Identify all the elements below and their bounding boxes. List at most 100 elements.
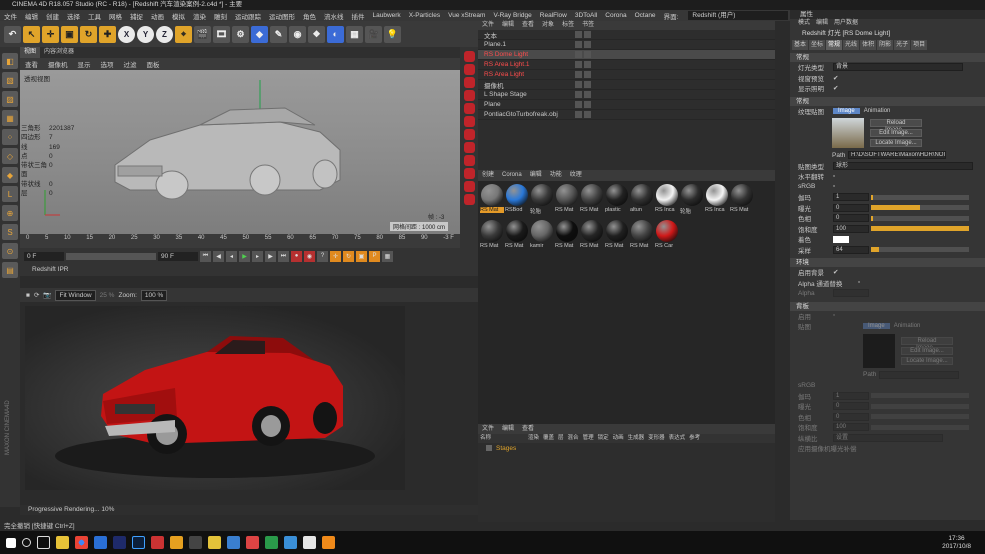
attr-tab[interactable]: 光子: [894, 40, 911, 50]
material-swatch[interactable]: kamir: [530, 220, 554, 254]
visibility-toggle-icon[interactable]: [575, 71, 582, 78]
object-row[interactable]: Plane.1: [478, 40, 775, 50]
deformer-icon[interactable]: ◐: [327, 25, 344, 43]
show-light-check[interactable]: ✔: [833, 84, 838, 92]
solo-icon[interactable]: ⊙: [2, 243, 18, 259]
coord-system-icon[interactable]: ⌖: [175, 25, 192, 43]
param-slider[interactable]: [871, 215, 969, 221]
start-frame-field[interactable]: 0 F: [24, 251, 64, 261]
scene-icon[interactable]: ▦: [346, 25, 363, 43]
menu-item[interactable]: Laubwerk: [369, 12, 405, 19]
start-icon[interactable]: [6, 537, 16, 548]
material-swatch[interactable]: RS Car: [655, 220, 679, 254]
app-icon[interactable]: [189, 536, 202, 549]
section-general[interactable]: 常规: [790, 96, 985, 106]
sculpt-icon[interactable]: S: [2, 224, 18, 240]
render-view-icon[interactable]: 🎬: [194, 25, 211, 43]
attr-menu-item[interactable]: 用户数据: [834, 19, 864, 28]
prev-key-icon[interactable]: ◀: [213, 250, 224, 262]
menu-item[interactable]: RealFlow: [536, 12, 571, 19]
go-to-start-icon[interactable]: ⏮: [200, 250, 211, 262]
material-swatch[interactable]: RS Mat: [580, 184, 604, 218]
attr-tab[interactable]: 基本: [792, 40, 809, 50]
zoom-percent-field[interactable]: 25 %: [100, 292, 115, 299]
texture-mode-icon[interactable]: ▨: [2, 91, 18, 107]
material-swatch[interactable]: 轮胎: [680, 184, 704, 218]
samples-slider[interactable]: [871, 247, 969, 253]
render-picture-icon[interactable]: 🎞: [213, 25, 230, 43]
taskbar-clock[interactable]: 17:36 2017/10/8: [942, 535, 985, 551]
render-toggle-icon[interactable]: [584, 61, 591, 68]
menu-item[interactable]: 运动跟踪: [231, 11, 265, 21]
visibility-toggle-icon[interactable]: [575, 91, 582, 98]
app-icon[interactable]: [208, 536, 221, 549]
play-icon[interactable]: ▶: [239, 250, 250, 262]
key-scale-icon[interactable]: ▣: [356, 250, 367, 262]
menu-item[interactable]: 流水线: [320, 11, 348, 21]
section-environment[interactable]: 环境: [790, 258, 985, 267]
bg-aspect-select[interactable]: 设置: [833, 433, 943, 442]
render-toggle-icon[interactable]: [584, 81, 591, 88]
object-row[interactable]: 文本: [478, 30, 775, 40]
material-menu-item[interactable]: 创建: [478, 170, 498, 181]
material-swatch[interactable]: altun: [630, 184, 654, 218]
material-swatch[interactable]: RS Mat: [730, 184, 754, 218]
zoom-select[interactable]: 100 %: [140, 289, 168, 301]
next-key-icon[interactable]: ▶: [265, 250, 276, 262]
points-mode-icon[interactable]: ⁘: [2, 129, 18, 145]
attr-tab[interactable]: 项目: [911, 40, 928, 50]
tab-viewport[interactable]: 视图: [20, 47, 41, 58]
ipr-render-view[interactable]: [25, 306, 405, 490]
render-settings-icon[interactable]: ⚙: [232, 25, 249, 43]
frame-range-slider[interactable]: [66, 252, 156, 260]
viewport-menu-camera[interactable]: 摄像机: [43, 59, 73, 69]
pen-icon[interactable]: ✎: [270, 25, 287, 43]
rotate-tool-icon[interactable]: ↻: [80, 25, 97, 43]
bg-image-tab[interactable]: Image: [863, 323, 890, 330]
key-grid-icon[interactable]: ▦: [382, 250, 393, 262]
bg-param-field[interactable]: 100: [833, 423, 869, 432]
visibility-toggle-icon[interactable]: [575, 111, 582, 118]
perspective-viewport[interactable]: 透视视图 三角形 2201387 四边形 7 线 169 点 0 带状三角面 0 带状线 0 层 0 帧 …: [20, 70, 460, 234]
subdivision-icon[interactable]: ◉: [289, 25, 306, 43]
z-axis-button[interactable]: Z: [156, 25, 173, 43]
bg-locate-button[interactable]: Locate Image...: [901, 356, 953, 365]
image-tab[interactable]: Image: [833, 107, 860, 114]
menu-item[interactable]: 动画: [147, 11, 168, 21]
viewport-menu-filter[interactable]: 过滤: [119, 59, 142, 69]
attr-tab[interactable]: 体积: [860, 40, 877, 50]
camera-icon[interactable]: 🎥: [365, 25, 382, 43]
axis-mode-icon[interactable]: L: [2, 186, 18, 202]
param-field[interactable]: 1: [833, 193, 869, 202]
stop-icon[interactable]: ■: [26, 292, 30, 299]
srgb-check[interactable]: ▫: [833, 183, 835, 190]
visibility-toggle-icon[interactable]: [575, 41, 582, 48]
section-backplate[interactable]: 背板: [790, 301, 985, 311]
workplane-icon[interactable]: ▦: [2, 110, 18, 126]
bg-param-field[interactable]: 0: [833, 402, 869, 411]
material-swatch[interactable]: RSBod: [505, 184, 529, 218]
material-swatch[interactable]: RS Inca: [655, 184, 679, 218]
menu-item[interactable]: 渲染: [189, 11, 210, 21]
visibility-toggle-icon[interactable]: [575, 81, 582, 88]
take-menu-item[interactable]: 编辑: [498, 424, 518, 434]
bg-edit-button[interactable]: Edit Image...: [901, 346, 953, 355]
menu-item[interactable]: Octane: [631, 12, 660, 19]
render-toggle-icon[interactable]: [584, 101, 591, 108]
key-position-icon[interactable]: ✛: [330, 250, 341, 262]
vlc-icon[interactable]: [322, 536, 335, 549]
move-tool-icon[interactable]: ✛: [42, 25, 59, 43]
object-row[interactable]: 摄像机: [478, 80, 775, 90]
path-field[interactable]: H:\D\SOFTWARE\Maxon\HDR\NOI: [848, 151, 946, 160]
red-tool-icon[interactable]: [463, 51, 475, 62]
snap-icon[interactable]: ⊕: [2, 205, 18, 221]
material-swatch[interactable]: RS Mat: [505, 220, 529, 254]
param-slider[interactable]: [871, 205, 969, 211]
material-swatch[interactable]: RS Mat: [555, 184, 579, 218]
material-swatch[interactable]: 轮胎: [530, 184, 554, 218]
edit-image-button[interactable]: Edit Image...: [870, 129, 922, 137]
undo-button[interactable]: ↶: [4, 25, 21, 43]
object-row[interactable]: RS Area Light.1: [478, 60, 775, 70]
explorer-icon[interactable]: [56, 536, 69, 549]
object-row[interactable]: Plane: [478, 100, 775, 110]
